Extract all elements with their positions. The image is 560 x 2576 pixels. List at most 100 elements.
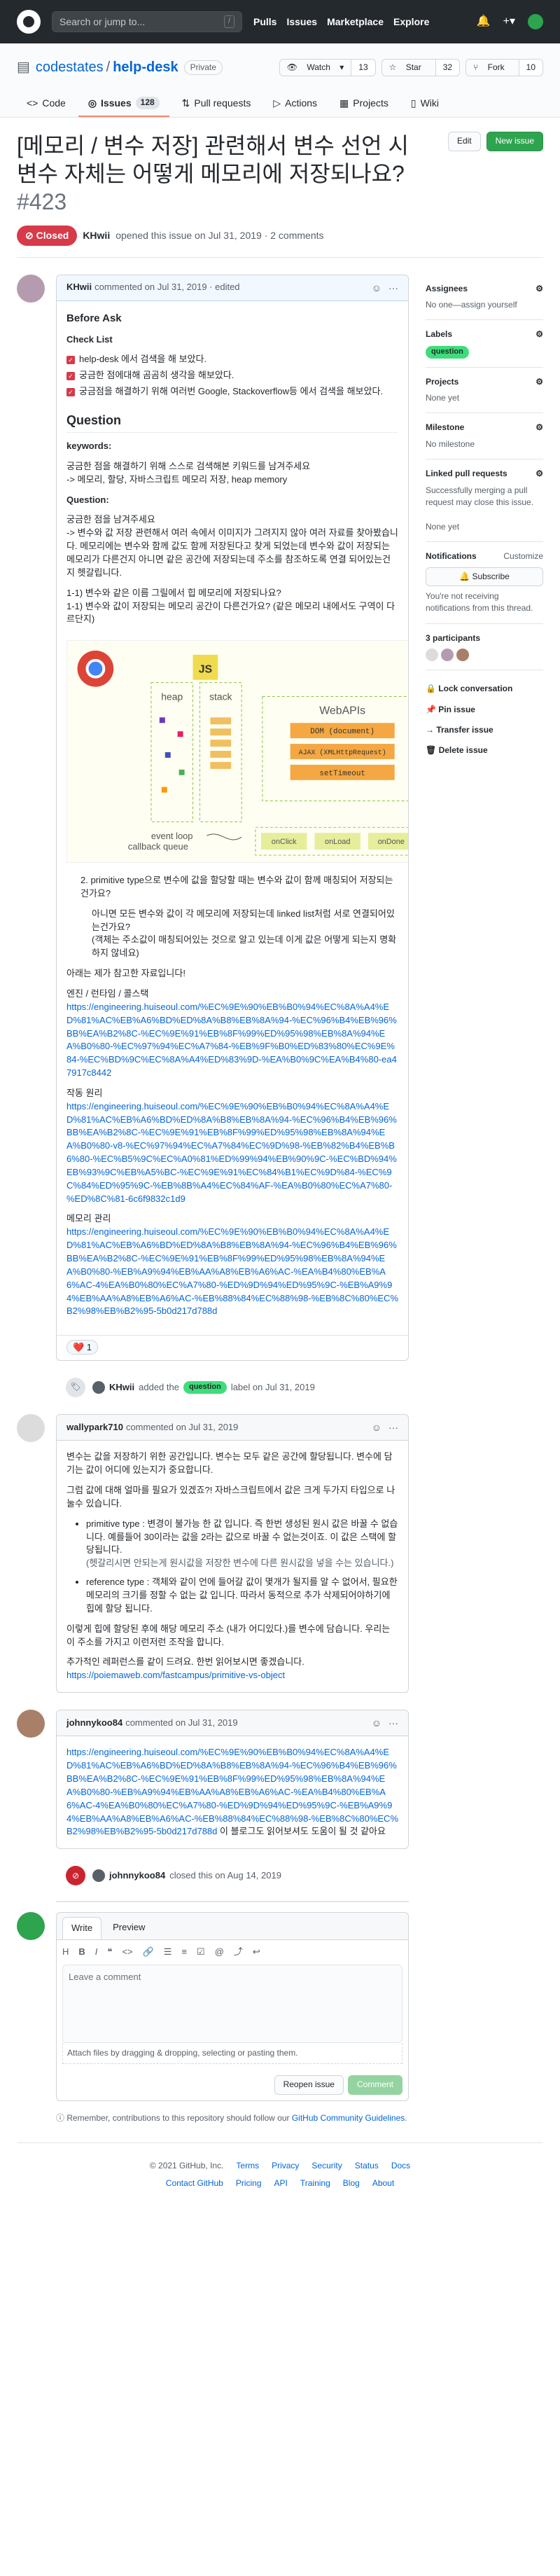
fork-button[interactable]: ⑂ Fork 10 — [465, 58, 543, 77]
comment-meta[interactable]: commented on Jul 31, 2019 — [126, 1421, 238, 1434]
reply-icon[interactable]: ↩ — [253, 1946, 260, 1959]
transfer-issue-button[interactable]: → Transfer issue — [426, 720, 543, 740]
reaction-button[interactable]: ❤️ 1 — [66, 1340, 99, 1355]
repo-owner-link[interactable]: codestates — [36, 57, 104, 78]
bullet-list-icon[interactable]: ☰ — [164, 1946, 172, 1959]
avatar[interactable] — [441, 649, 454, 662]
delete-issue-button[interactable]: 🗑 Delete issue — [426, 740, 543, 761]
bold-icon[interactable]: B — [78, 1946, 85, 1959]
smiley-icon[interactable]: ☺ — [372, 1420, 382, 1434]
gear-icon[interactable]: ⚙ — [536, 328, 543, 340]
event-user[interactable]: KHwii — [109, 1381, 134, 1394]
tab-actions[interactable]: ▷ Actions — [263, 90, 327, 117]
avatar[interactable] — [92, 1869, 105, 1883]
footer-link[interactable]: Security — [312, 2160, 342, 2172]
checkbox-icon[interactable]: ✓ — [66, 387, 75, 396]
footer-link[interactable]: Docs — [391, 2160, 410, 2172]
repo-name-link[interactable]: help-desk — [113, 57, 178, 78]
gear-icon[interactable]: ⚙ — [536, 422, 543, 434]
avatar[interactable] — [528, 14, 543, 29]
ref-link[interactable]: https://engineering.huiseoul.com/%EC%9E%… — [66, 1747, 398, 1836]
footer-link[interactable]: API — [274, 2177, 288, 2189]
star-count[interactable]: 32 — [435, 59, 460, 76]
nav-explore[interactable]: Explore — [393, 15, 429, 29]
code-icon[interactable]: <> — [122, 1946, 132, 1959]
header-icon[interactable]: H — [62, 1946, 69, 1959]
comment-author[interactable]: johnnykoo84 — [66, 1717, 122, 1730]
search-input[interactable]: Search or jump to... / — [52, 11, 242, 32]
ref-link[interactable]: https://engineering.huiseoul.com/%EC%9E%… — [66, 1101, 397, 1204]
event-user[interactable]: johnnykoo84 — [109, 1869, 165, 1883]
customize-link[interactable]: Customize — [503, 550, 543, 562]
smiley-icon[interactable]: ☺ — [372, 281, 382, 295]
ref-link[interactable]: https://poiemaweb.com/fastcampus/primiti… — [66, 1670, 285, 1680]
tab-code[interactable]: <> Code — [17, 90, 76, 117]
tab-projects[interactable]: ▦ Projects — [330, 90, 398, 117]
checkbox-icon[interactable]: ✓ — [66, 355, 75, 364]
comment-meta[interactable]: commented on Jul 31, 2019 · edited — [94, 281, 239, 294]
question-label-badge[interactable]: question — [183, 1381, 227, 1394]
footer-link[interactable]: Status — [355, 2160, 379, 2172]
reopen-issue-button[interactable]: Reopen issue — [274, 2075, 344, 2095]
avatar[interactable] — [17, 1710, 45, 1738]
kebab-icon[interactable]: ··· — [388, 1716, 398, 1730]
attach-files-area[interactable]: Attach files by dragging & dropping, sel… — [62, 2042, 402, 2065]
comment-meta[interactable]: commented on Jul 31, 2019 — [125, 1717, 237, 1730]
numbered-list-icon[interactable]: ≡ — [181, 1946, 187, 1959]
tab-issues[interactable]: ◎ Issues 128 — [78, 90, 169, 118]
event-loop-diagram[interactable]: JS heap stack WebAPIs DOM (document) AJA… — [66, 640, 409, 864]
gear-icon[interactable]: ⚙ — [536, 468, 543, 480]
gear-icon[interactable]: ⚙ — [536, 376, 543, 388]
footer-link[interactable]: About — [372, 2177, 394, 2189]
comment-button[interactable]: Comment — [347, 2075, 402, 2095]
issue-author-link[interactable]: KHwii — [83, 228, 110, 242]
pin-issue-button[interactable]: 📌 Pin issue — [426, 700, 543, 720]
kebab-icon[interactable]: ··· — [388, 1420, 398, 1434]
tab-write[interactable]: Write — [62, 1917, 102, 1940]
task-list-icon[interactable]: ☑ — [197, 1946, 205, 1959]
italic-icon[interactable]: I — [95, 1946, 98, 1959]
footer-link[interactable]: Training — [300, 2177, 330, 2189]
footer-link[interactable]: Terms — [236, 2160, 259, 2172]
link-icon[interactable]: 🔗 — [143, 1946, 154, 1959]
comment-textarea[interactable]: Leave a comment — [62, 1964, 402, 2043]
kebab-icon[interactable]: ··· — [388, 281, 398, 295]
guidelines-link[interactable]: GitHub Community Guidelines — [292, 2113, 405, 2123]
reference-icon[interactable]: ⤴ — [234, 1946, 243, 1959]
avatar[interactable] — [456, 649, 469, 662]
ref-link[interactable]: https://engineering.huiseoul.com/%EC%9E%… — [66, 1226, 398, 1316]
tab-preview[interactable]: Preview — [104, 1917, 153, 1939]
smiley-icon[interactable]: ☺ — [372, 1716, 382, 1730]
lock-conversation-button[interactable]: 🔒 Lock conversation — [426, 679, 543, 699]
star-button[interactable]: ☆ Star 32 — [381, 58, 461, 77]
watch-button[interactable]: 👁 Watch ▾ 13 — [279, 58, 376, 77]
avatar[interactable] — [426, 649, 438, 662]
footer-link[interactable]: Blog — [343, 2177, 360, 2189]
comment-author[interactable]: KHwii — [66, 281, 92, 294]
ref-link[interactable]: https://engineering.huiseoul.com/%EC%9E%… — [66, 1002, 397, 1078]
avatar[interactable] — [17, 1414, 45, 1443]
nav-marketplace[interactable]: Marketplace — [327, 15, 384, 29]
quote-icon[interactable]: ❝ — [107, 1946, 112, 1959]
gear-icon[interactable]: ⚙ — [536, 283, 543, 295]
watch-count[interactable]: 13 — [351, 59, 375, 76]
new-issue-button[interactable]: New issue — [486, 132, 543, 151]
bell-icon[interactable]: 🔔 — [477, 13, 491, 29]
fork-count[interactable]: 10 — [518, 59, 542, 76]
avatar[interactable] — [92, 1381, 105, 1394]
nav-issues[interactable]: Issues — [286, 15, 317, 29]
comment-author[interactable]: wallypark710 — [66, 1421, 123, 1434]
footer-link[interactable]: Privacy — [272, 2160, 299, 2172]
plus-icon[interactable]: +▾ — [503, 13, 515, 29]
mention-icon[interactable]: @ — [215, 1946, 224, 1959]
assignees-value[interactable]: No one—assign yourself — [426, 300, 517, 310]
tab-wiki[interactable]: ▯ Wiki — [401, 90, 449, 117]
checkbox-icon[interactable]: ✓ — [66, 371, 75, 380]
footer-link[interactable]: Pricing — [236, 2177, 262, 2189]
avatar[interactable] — [17, 1912, 45, 1941]
avatar[interactable] — [17, 274, 45, 303]
footer-link[interactable]: Contact GitHub — [166, 2177, 223, 2189]
question-label-badge[interactable]: question — [426, 345, 469, 359]
tab-pull-requests[interactable]: ⇅ Pull requests — [172, 90, 261, 117]
subscribe-button[interactable]: 🔔 Subscribe — [426, 567, 543, 586]
